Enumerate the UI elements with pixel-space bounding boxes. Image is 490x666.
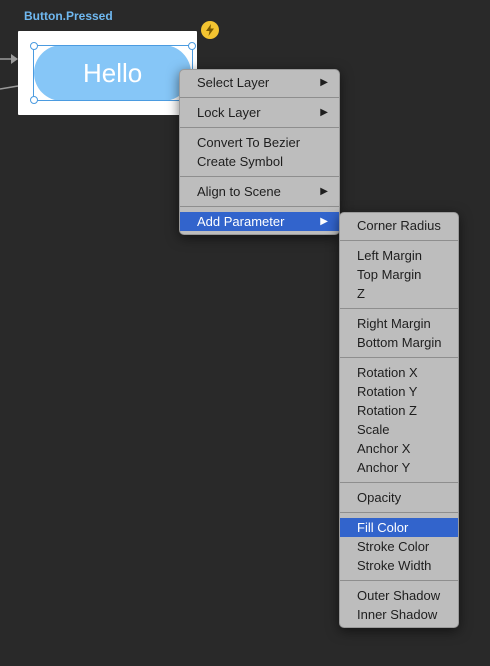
add-parameter-submenu: Corner Radius Left Margin Top Margin Z Right… <box>339 212 459 628</box>
menu-item-lock-layer[interactable]: Lock Layer ▶ <box>180 103 339 122</box>
menu-item-label: Outer Shadow <box>357 588 441 603</box>
menu-separator <box>180 206 339 207</box>
menu-item-label: Corner Radius <box>357 218 441 233</box>
menu-item-label: Rotation X <box>357 365 418 380</box>
menu-item-scale[interactable]: Scale <box>340 420 458 439</box>
menu-separator <box>180 127 339 128</box>
menu-item-rotation-y[interactable]: Rotation Y <box>340 382 458 401</box>
menu-item-label: Rotation Z <box>357 403 417 418</box>
menu-item-bottom-margin[interactable]: Bottom Margin <box>340 333 458 352</box>
menu-item-label: Bottom Margin <box>357 335 442 350</box>
menu-item-label: Anchor X <box>357 441 411 456</box>
menu-separator <box>340 357 458 358</box>
menu-item-corner-radius[interactable]: Corner Radius <box>340 216 458 235</box>
submenu-arrow-icon: ▶ <box>320 107 328 118</box>
resize-handle-top-left[interactable] <box>30 42 38 50</box>
menu-item-z[interactable]: Z <box>340 284 458 303</box>
menu-item-select-layer[interactable]: Select Layer ▶ <box>180 73 339 92</box>
menu-item-fill-color[interactable]: Fill Color <box>340 518 458 537</box>
menu-separator <box>340 308 458 309</box>
menu-separator <box>340 512 458 513</box>
state-title[interactable]: Button.Pressed <box>24 9 113 23</box>
menu-item-label: Select Layer <box>197 75 270 90</box>
submenu-arrow-icon: ▶ <box>320 216 328 227</box>
menu-item-label: Fill Color <box>357 520 409 535</box>
lightning-icon[interactable] <box>201 21 219 39</box>
menu-item-label: Anchor Y <box>357 460 411 475</box>
menu-item-label: Convert To Bezier <box>197 135 301 150</box>
state-canvas-card[interactable]: Hello <box>18 31 197 115</box>
menu-separator <box>340 240 458 241</box>
menu-item-label: Stroke Width <box>357 558 432 573</box>
selection-outline <box>30 42 196 104</box>
resize-handle-top-right[interactable] <box>188 42 196 50</box>
menu-item-label: Align to Scene <box>197 184 281 199</box>
menu-item-opacity[interactable]: Opacity <box>340 488 458 507</box>
resize-handle-bottom-left[interactable] <box>30 96 38 104</box>
menu-item-align-to-scene[interactable]: Align to Scene ▶ <box>180 182 339 201</box>
menu-item-label: Rotation Y <box>357 384 418 399</box>
menu-item-add-parameter[interactable]: Add Parameter ▶ <box>180 212 339 231</box>
menu-item-label: Stroke Color <box>357 539 430 554</box>
menu-separator <box>180 97 339 98</box>
menu-item-label: Inner Shadow <box>357 607 438 622</box>
menu-item-anchor-y[interactable]: Anchor Y <box>340 458 458 477</box>
menu-item-label: Opacity <box>357 490 402 505</box>
menu-item-inner-shadow[interactable]: Inner Shadow <box>340 605 458 624</box>
menu-item-rotation-z[interactable]: Rotation Z <box>340 401 458 420</box>
menu-item-label: Top Margin <box>357 267 422 282</box>
menu-item-label: Lock Layer <box>197 105 261 120</box>
menu-item-label: Left Margin <box>357 248 423 263</box>
menu-item-left-margin[interactable]: Left Margin <box>340 246 458 265</box>
context-menu: Select Layer ▶ Lock Layer ▶ Convert To Bezie… <box>179 69 340 235</box>
submenu-arrow-icon: ▶ <box>320 77 328 88</box>
menu-item-anchor-x[interactable]: Anchor X <box>340 439 458 458</box>
menu-item-stroke-color[interactable]: Stroke Color <box>340 537 458 556</box>
menu-separator <box>340 580 458 581</box>
menu-item-top-margin[interactable]: Top Margin <box>340 265 458 284</box>
menu-item-convert-to-bezier[interactable]: Convert To Bezier <box>180 133 339 152</box>
connection-arrow-icon <box>11 54 18 64</box>
menu-item-label: Z <box>357 286 365 301</box>
menu-item-outer-shadow[interactable]: Outer Shadow <box>340 586 458 605</box>
menu-item-right-margin[interactable]: Right Margin <box>340 314 458 333</box>
menu-item-label: Create Symbol <box>197 154 283 169</box>
menu-item-label: Right Margin <box>357 316 431 331</box>
menu-item-stroke-width[interactable]: Stroke Width <box>340 556 458 575</box>
menu-item-label: Add Parameter <box>197 214 285 229</box>
menu-item-rotation-x[interactable]: Rotation X <box>340 363 458 382</box>
submenu-arrow-icon: ▶ <box>320 186 328 197</box>
menu-item-label: Scale <box>357 422 390 437</box>
menu-separator <box>340 482 458 483</box>
menu-separator <box>180 176 339 177</box>
menu-item-create-symbol[interactable]: Create Symbol <box>180 152 339 171</box>
